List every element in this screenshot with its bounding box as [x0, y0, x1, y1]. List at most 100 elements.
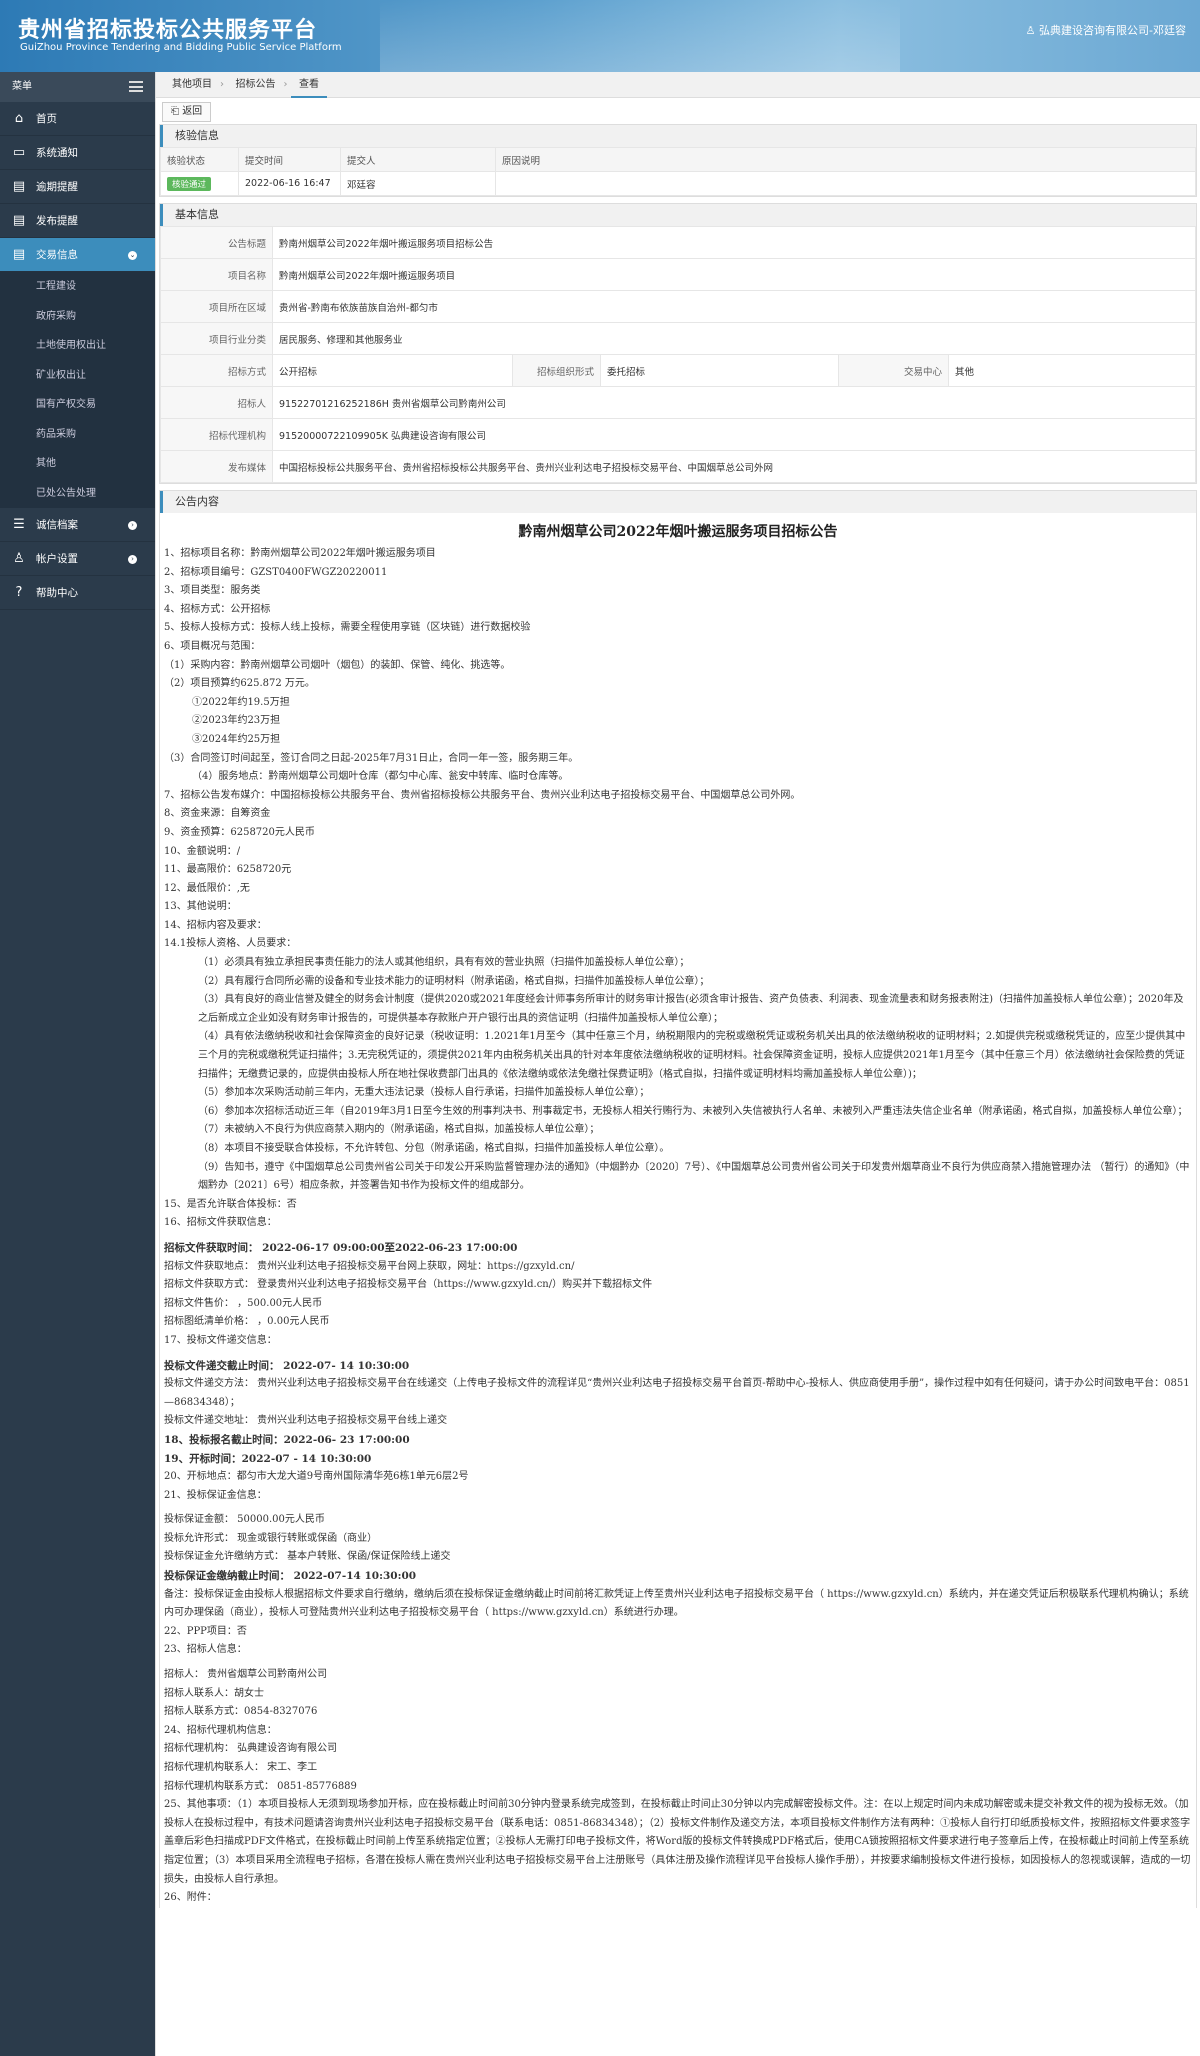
- sidebar-item[interactable]: ▭ 系统通知: [0, 136, 155, 170]
- notice-line: 投标保证金允许缴纳方式： 基本户转账、保函/保证保险线上递交: [164, 1551, 451, 1563]
- home-icon: ⌂: [14, 111, 24, 126]
- sidebar-item[interactable]: ☰ 诚信档案 ›: [0, 508, 155, 542]
- notice-line: 2、招标项目编号：GZST0400FWGZ20220011: [164, 566, 388, 578]
- list-icon: ☰: [13, 517, 25, 532]
- sidebar-item[interactable]: ⌂ 首页: [0, 102, 155, 136]
- notice-line: 招标图纸清单价格： ，0.00元人民币: [164, 1316, 330, 1328]
- sidebar-subitem[interactable]: 已处公告处理: [0, 478, 155, 508]
- sidebar-item[interactable]: ? 帮助中心: [0, 576, 155, 610]
- calendar-icon: ▤: [12, 179, 26, 194]
- field-value: 居民服务、修理和其他服务业: [272, 322, 1196, 355]
- notice-line: 招标代理机构： 弘典建设咨询有限公司: [164, 1743, 338, 1755]
- notice-line: （7）未被纳入不良行为供应商禁入期内的（附承诺函，格式自拟，加盖投标人单位公章）…: [198, 1124, 600, 1136]
- sidebar-subitem[interactable]: 药品采购: [0, 419, 155, 449]
- notice-line: 招标代理机构联系人： 宋工、李工: [164, 1762, 318, 1773]
- verify-panel: 核验信息 核验状态 提交时间 提交人 原因说明 核验通过 2022-06-16 …: [159, 124, 1197, 197]
- sidebar-item-label: 帮助中心: [36, 587, 78, 599]
- user-name: 弘典建设咨询有限公司-邓廷容: [1039, 24, 1186, 37]
- notice-line: 投标文件递交截止时间： 2022-07- 14 10:30:00: [164, 1359, 410, 1372]
- sidebar-subitem[interactable]: 其他: [0, 449, 155, 479]
- notice-line: 16、招标文件获取信息：: [164, 1217, 277, 1229]
- field-label: 公告标题: [160, 226, 273, 259]
- field-value: 91520000722109905K 弘典建设咨询有限公司: [272, 418, 1196, 451]
- notice-line: （3）具有良好的商业信誉及健全的财务会计制度（提供2020或2021年度经会计师…: [198, 994, 1184, 1024]
- info-row: 发布媒体 中国招标投标公共服务平台、贵州省招标投标公共服务平台、贵州兴业利达电子招…: [160, 450, 1196, 483]
- notice-line: 14、招标内容及要求：: [164, 919, 267, 931]
- notice-line: 招标人： 贵州省烟草公司黔南州公司: [164, 1669, 328, 1681]
- sidebar-item[interactable]: ♙ 帐户设置 ›: [0, 542, 155, 576]
- field-value: 黔南州烟草公司2022年烟叶搬运服务项目: [272, 258, 1196, 291]
- panel-title: 公告内容: [160, 491, 1196, 513]
- basic-table: 公告标题 黔南州烟草公司2022年烟叶搬运服务项目招标公告 项目名称 黔南州烟草公司2…: [160, 226, 1196, 483]
- time-cell: 2022-06-16 16:47: [238, 171, 341, 196]
- main-content: 其他项目 › 招标公告 › 查看 ⎗ 返回 核验信息 核验状态 提交时间 提交人 原…: [155, 72, 1200, 2056]
- notice-line: 22、PPP项目：否: [164, 1625, 247, 1637]
- notice-line: 25、其他事项：（1）本项目投标人无须到现场参加开标，应在投标截止时间前30分钟…: [164, 1799, 1191, 1885]
- info-row: 项目行业分类 居民服务、修理和其他服务业: [160, 322, 1196, 355]
- notice-line: 10、金额说明：/: [164, 845, 241, 857]
- field-value: 公开招标: [272, 354, 513, 387]
- column-header: 原因说明: [495, 147, 1196, 172]
- sidebar-subitem[interactable]: 工程建设: [0, 272, 155, 302]
- notice-line: 5、投标人投标方式：投标人线上投标，需要全程使用享链（区块链）进行数据校验: [164, 622, 531, 634]
- notice-line: 投标保证金缴纳截止时间： 2022-07-14 10:30:00: [164, 1570, 417, 1583]
- sidebar-item[interactable]: ▤ 交易信息 ⌄: [0, 238, 155, 272]
- breadcrumb-item[interactable]: 其他项目: [164, 72, 220, 98]
- info-row: 项目名称 黔南州烟草公司2022年烟叶搬运服务项目: [160, 258, 1196, 291]
- notice-line: 招标文件获取地点： 贵州兴业利达电子招投标交易平台网上获取，网址：https:/…: [164, 1260, 575, 1272]
- sidebar-subitem[interactable]: 国有产权交易: [0, 390, 155, 420]
- field-label: 招标方式: [160, 354, 273, 387]
- hamburger-icon[interactable]: [129, 81, 143, 92]
- notice-line: （2）具有履行合同所必需的设备和专业技术能力的证明材料（附承诺函，格式自拟，扫描…: [198, 975, 710, 987]
- field-value: 91522701216252186H 贵州省烟草公司黔南州公司: [272, 386, 1196, 419]
- chevron-right-icon: ›: [128, 521, 137, 530]
- notice-line: 12、最低限价：,无: [164, 882, 250, 894]
- sidebar-item[interactable]: ▤ 逾期提醒: [0, 170, 155, 204]
- breadcrumb-item[interactable]: 招标公告: [228, 72, 284, 98]
- sidebar-subitem[interactable]: 土地使用权出让: [0, 331, 155, 361]
- field-label: 项目所在区域: [160, 290, 273, 323]
- field-label: 招标代理机构: [160, 418, 273, 451]
- basic-panel: 基本信息 公告标题 黔南州烟草公司2022年烟叶搬运服务项目招标公告 项目名称 黔南州…: [159, 203, 1197, 484]
- header: 贵州省招标投标公共服务平台 GuiZhou Province Tendering…: [0, 0, 1200, 72]
- header-background: [380, 0, 900, 72]
- notice-line: （1）采购内容：黔南州烟草公司烟叶（烟包）的装卸、保管、纯化、挑选等。: [164, 659, 511, 671]
- panel-title: 基本信息: [160, 204, 1196, 226]
- person-cell: 邓廷容: [340, 171, 496, 196]
- calendar-icon: ▤: [12, 213, 26, 228]
- breadcrumb: 其他项目 › 招标公告 › 查看: [156, 72, 1200, 98]
- notice-line: （3）合同签订时间起至，签订合同之日起-2025年7月31日止，合同一年一签，服…: [164, 752, 579, 764]
- back-button[interactable]: ⎗ 返回: [162, 102, 212, 122]
- notice-line: 9、资金预算：6258720元人民币: [164, 826, 315, 838]
- notice-line: （6）参加本次招标活动近三年（自2019年3月1日至今生效的刑事判决书、刑事裁定…: [198, 1105, 1188, 1117]
- sidebar-item[interactable]: ▤ 发布提醒: [0, 204, 155, 238]
- notice-line: 26、附件：: [164, 1892, 217, 1904]
- field-label: 招标组织形式: [512, 354, 601, 387]
- sidebar-item-label: 逾期提醒: [36, 181, 78, 193]
- user-icon: ♙: [13, 551, 25, 566]
- sidebar-subitem[interactable]: 矿业权出让: [0, 360, 155, 390]
- notice-line: 8、资金来源：自筹资金: [164, 808, 271, 820]
- field-label: 项目名称: [160, 258, 273, 291]
- user-menu[interactable]: ♙ 弘典建设咨询有限公司-邓廷容: [1026, 22, 1186, 38]
- notice-line: 21、投标保证金信息：: [164, 1489, 267, 1501]
- column-header: 核验状态: [160, 147, 239, 172]
- field-value: 黔南州烟草公司2022年烟叶搬运服务项目招标公告: [272, 226, 1196, 259]
- sidebar-subitem[interactable]: 政府采购: [0, 301, 155, 331]
- notice-line: 7、招标公告发布媒介：中国招标投标公共服务平台、贵州省招标投标公共服务平台、贵州…: [164, 789, 801, 801]
- field-value: 委托招标: [600, 354, 839, 387]
- chevron-right-icon: ›: [128, 555, 137, 564]
- notice-title: 黔南州烟草公司2022年烟叶搬运服务项目招标公告: [518, 524, 838, 540]
- site-subtitle: GuiZhou Province Tendering and Bidding P…: [20, 42, 342, 53]
- calendar-icon: ▤: [12, 247, 26, 262]
- reason-cell: [495, 171, 1196, 196]
- info-row: 招标人 91522701216252186H 贵州省烟草公司黔南州公司: [160, 386, 1196, 419]
- field-label: 交易中心: [838, 354, 949, 387]
- notice-body: 1、招标项目名称：黔南州烟草公司2022年烟叶搬运服务项目 2、招标项目编号：GZ…: [160, 545, 1196, 1908]
- info-row: 招标代理机构 91520000722109905K 弘典建设咨询有限公司: [160, 418, 1196, 451]
- notice-line: 23、招标人信息：: [164, 1644, 247, 1656]
- notice-line: 投标文件递交方法： 贵州兴业利达电子招投标交易平台在线递交（上传电子投标文件的流…: [164, 1378, 1190, 1408]
- sidebar: 菜单 ⌂ 首页 ▭ 系统通知 ▤ 逾期提醒 ▤ 发布提醒 ▤ 交易信息 ⌄ 工程建设 政府采购 土地使用…: [0, 72, 155, 2056]
- back-icon: ⎗: [171, 106, 183, 117]
- menu-label: 菜单: [12, 81, 32, 92]
